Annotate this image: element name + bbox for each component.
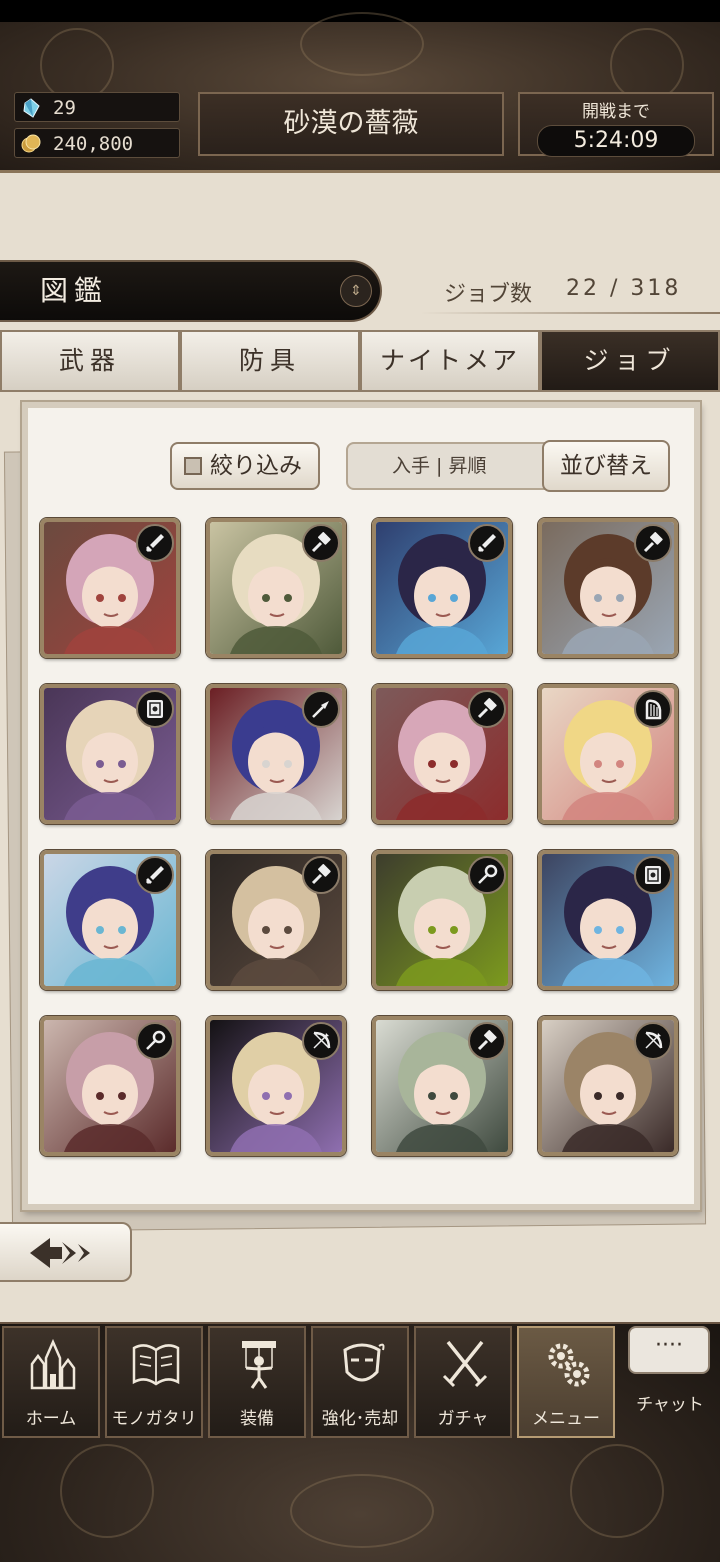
nav-label: メニュー bbox=[532, 1409, 600, 1429]
filter-checkbox-icon bbox=[184, 457, 202, 475]
crystal-icon bbox=[23, 98, 40, 118]
crossed-swords-icon bbox=[440, 1338, 490, 1395]
nav-label: 装備 bbox=[240, 1409, 274, 1429]
job-card[interactable] bbox=[538, 1016, 678, 1156]
sort-button[interactable]: 並び替え bbox=[542, 440, 670, 492]
sword-icon bbox=[136, 524, 174, 562]
gold-coin-icon bbox=[21, 134, 41, 153]
hammer-icon bbox=[302, 524, 340, 562]
gold-counter: 240,800 bbox=[14, 128, 180, 158]
job-card[interactable] bbox=[206, 1016, 346, 1156]
sort-current: 入手 | 昇順 bbox=[392, 455, 487, 477]
tab-nightmare[interactable]: ナイトメア bbox=[360, 330, 540, 392]
mask-icon bbox=[337, 1338, 387, 1395]
job-card[interactable] bbox=[206, 684, 346, 824]
job-card[interactable] bbox=[372, 850, 512, 990]
nav-label: モノガタリ bbox=[111, 1409, 197, 1429]
stage-name[interactable]: 砂漠の薔薇 bbox=[198, 92, 504, 156]
expand-toggle-icon[interactable]: ⇕ bbox=[340, 275, 372, 307]
nav-item[interactable]: 装備 bbox=[208, 1326, 306, 1438]
job-card[interactable] bbox=[40, 684, 180, 824]
tome-icon bbox=[136, 690, 174, 728]
book-icon bbox=[131, 1338, 181, 1395]
sword-icon bbox=[468, 524, 506, 562]
frame-ornament bbox=[610, 28, 684, 102]
job-card[interactable] bbox=[372, 684, 512, 824]
job-card[interactable] bbox=[538, 684, 678, 824]
nav-item[interactable]: ガチャ bbox=[414, 1326, 512, 1438]
battle-timer-box[interactable]: 開戦まで 5:24:09 bbox=[518, 92, 714, 157]
job-card[interactable] bbox=[40, 1016, 180, 1156]
frame-ornament bbox=[570, 1444, 664, 1538]
frame-ornament bbox=[290, 1474, 434, 1548]
page-title: 図鑑 bbox=[40, 274, 109, 307]
bow-icon bbox=[634, 1022, 672, 1060]
hammer-icon bbox=[468, 690, 506, 728]
job-count-value: 22 / 318 bbox=[566, 276, 682, 301]
job-card[interactable] bbox=[372, 1016, 512, 1156]
open-label: 開戦まで bbox=[582, 102, 650, 122]
chat-label[interactable]: チャット bbox=[624, 1390, 716, 1415]
chat-bubble-icon[interactable]: ···· bbox=[628, 1326, 710, 1374]
nav-label: ホーム bbox=[25, 1409, 77, 1429]
page-title-bar: 図鑑 ⇕ bbox=[0, 260, 382, 322]
staff-icon bbox=[468, 856, 506, 894]
gears-icon bbox=[543, 1338, 593, 1395]
frame-ornament bbox=[60, 1444, 154, 1538]
nav-item[interactable]: ホーム bbox=[2, 1326, 100, 1438]
hammer-icon bbox=[468, 1022, 506, 1060]
job-card[interactable] bbox=[372, 518, 512, 658]
nav-label: ガチャ bbox=[437, 1409, 489, 1429]
hammer-icon bbox=[634, 524, 672, 562]
nav-label: 強化･売却 bbox=[321, 1409, 399, 1429]
staff-icon bbox=[136, 1022, 174, 1060]
nav-item[interactable]: モノガタリ bbox=[105, 1326, 203, 1438]
nav-item[interactable]: メニュー bbox=[517, 1326, 615, 1438]
spear-icon bbox=[302, 690, 340, 728]
puppet-icon bbox=[234, 1338, 284, 1395]
sword-icon bbox=[136, 856, 174, 894]
open-timer: 5:24:09 bbox=[537, 125, 695, 157]
job-card[interactable] bbox=[40, 518, 180, 658]
job-card[interactable] bbox=[538, 518, 678, 658]
filter-label: 絞り込み bbox=[210, 453, 302, 479]
job-card[interactable] bbox=[40, 850, 180, 990]
castle-icon bbox=[28, 1338, 78, 1395]
job-card[interactable] bbox=[206, 850, 346, 990]
job-card[interactable] bbox=[206, 518, 346, 658]
back-button[interactable] bbox=[0, 1222, 132, 1282]
tome-icon bbox=[634, 856, 672, 894]
job-card[interactable] bbox=[538, 850, 678, 990]
bow-icon bbox=[302, 1022, 340, 1060]
harp-icon bbox=[634, 690, 672, 728]
job-count-label: ジョブ数 bbox=[444, 282, 533, 307]
tab-job[interactable]: ジョブ bbox=[540, 330, 720, 392]
gold-count: 240,800 bbox=[53, 133, 134, 155]
hammer-icon bbox=[302, 856, 340, 894]
crystal-counter: 29 bbox=[14, 92, 180, 122]
tab-weapons[interactable]: 武器 bbox=[0, 330, 180, 392]
back-arrow-icon bbox=[30, 1238, 90, 1268]
crystal-count: 29 bbox=[53, 97, 76, 119]
frame-ornament bbox=[40, 28, 114, 102]
tab-armor[interactable]: 防具 bbox=[180, 330, 360, 392]
nav-item[interactable]: 強化･売却 bbox=[311, 1326, 409, 1438]
divider bbox=[420, 312, 720, 314]
filter-button[interactable]: 絞り込み bbox=[170, 442, 320, 490]
frame-ornament bbox=[300, 12, 424, 76]
